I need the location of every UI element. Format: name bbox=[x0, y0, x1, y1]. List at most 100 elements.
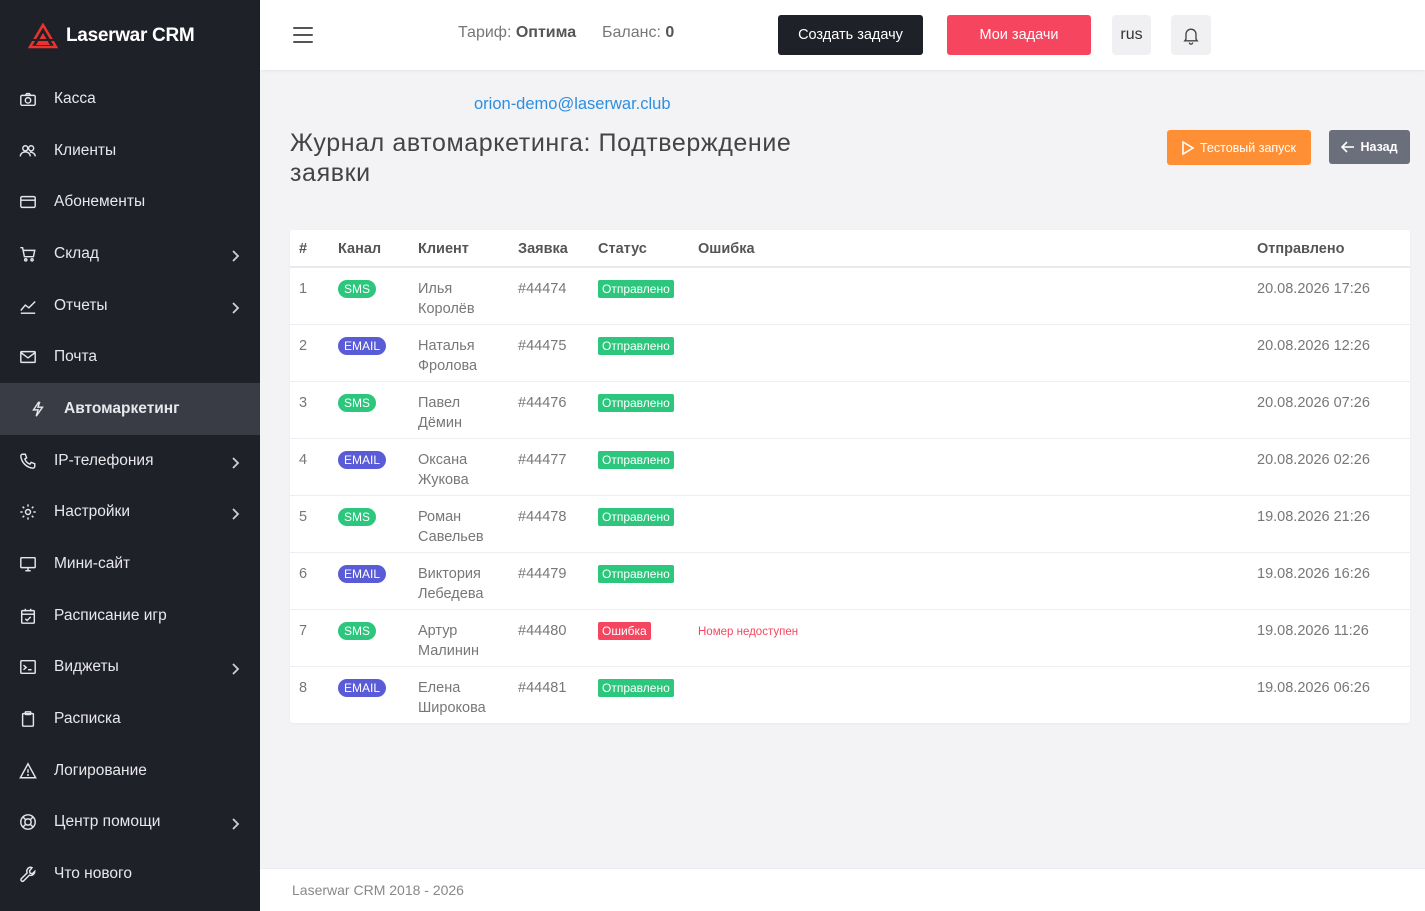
account-email-link[interactable]: orion-demo@laserwar.club bbox=[474, 95, 671, 114]
tariff-value: Оптима bbox=[515, 24, 577, 41]
client-cell: Наталья Фролова bbox=[418, 323, 518, 381]
client-cell: Павел Дёмин bbox=[418, 380, 518, 438]
sidebar-item-label: Виджеты bbox=[54, 658, 119, 676]
create-task-button[interactable]: Создать задачу bbox=[778, 15, 923, 55]
channel-badge: EMAIL bbox=[338, 336, 387, 355]
sidebar-item-label: Что нового bbox=[54, 865, 132, 883]
status-badge: Отправлено bbox=[598, 564, 674, 583]
sidebar-item-label: Расписание игр bbox=[54, 606, 167, 624]
row-num: 4 bbox=[290, 437, 338, 495]
order-cell[interactable]: #44481 bbox=[518, 665, 598, 723]
sidebar-item-label: Абонементы bbox=[54, 193, 146, 211]
status-badge: Отправлено bbox=[598, 393, 674, 412]
error-cell bbox=[698, 437, 1257, 495]
col-header-order: Заявка bbox=[518, 230, 598, 268]
brand-name: Laserwar CRM bbox=[66, 25, 195, 46]
language-button[interactable]: rus bbox=[1112, 15, 1151, 55]
error-cell bbox=[698, 494, 1257, 552]
flash-icon bbox=[28, 399, 48, 419]
channel-badge: SMS bbox=[338, 621, 377, 640]
order-cell[interactable]: #44480 bbox=[518, 608, 598, 666]
order-cell[interactable]: #44477 bbox=[518, 437, 598, 495]
clipboard-icon bbox=[18, 709, 38, 729]
error-cell bbox=[698, 380, 1257, 438]
channel-cell: EMAIL bbox=[338, 551, 418, 609]
my-tasks-button[interactable]: Мои задачи bbox=[947, 15, 1091, 55]
channel-cell: SMS bbox=[338, 267, 418, 324]
sidebar-item-10[interactable]: Мини-сайт bbox=[0, 538, 260, 590]
mail-icon bbox=[18, 347, 38, 367]
sidebar-item-8[interactable]: IP-телефония bbox=[0, 435, 260, 487]
channel-badge: SMS bbox=[338, 280, 377, 298]
sidebar-item-11[interactable]: Расписание игр bbox=[0, 590, 260, 642]
order-cell[interactable]: #44476 bbox=[518, 380, 598, 438]
chevron-right-icon bbox=[230, 249, 240, 262]
notifications-button[interactable] bbox=[1171, 15, 1211, 55]
chevron-right-icon bbox=[230, 817, 240, 831]
row-num: 5 bbox=[290, 494, 338, 552]
sidebar-item-label: Почта bbox=[54, 348, 98, 366]
sidebar-item-label: Отчеты bbox=[54, 296, 108, 314]
balance-value: 0 bbox=[665, 24, 675, 41]
client-cell: Оксана Жукова bbox=[418, 437, 518, 495]
chevron-right-icon bbox=[230, 301, 240, 314]
channel-badge: SMS bbox=[338, 507, 377, 526]
client-last-name: Широкова bbox=[418, 699, 486, 716]
sent-cell: 20.08.2026 07:26 bbox=[1257, 380, 1410, 438]
sidebar-item-label: Автомаркетинг bbox=[64, 399, 180, 417]
sidebar-item-6[interactable]: Почта bbox=[0, 331, 260, 383]
client-last-name: Лебедева bbox=[418, 585, 484, 602]
cart-icon bbox=[18, 244, 38, 264]
order-cell[interactable]: #44475 bbox=[518, 323, 598, 381]
sidebar-item-14[interactable]: Логирование bbox=[0, 745, 260, 797]
sidebar-item-13[interactable]: Расписка bbox=[0, 693, 260, 745]
client-last-name: Королёв bbox=[418, 301, 475, 317]
sidebar-item-2[interactable]: Клиенты bbox=[0, 125, 260, 177]
sidebar-item-1[interactable]: Касса bbox=[0, 73, 260, 125]
sidebar-item-label: Настройки bbox=[54, 503, 131, 521]
order-cell[interactable]: #44479 bbox=[518, 551, 598, 609]
row-num: 7 bbox=[290, 608, 338, 666]
sidebar-item-12[interactable]: Виджеты bbox=[0, 642, 260, 694]
status-badge: Ошибка bbox=[598, 621, 651, 640]
order-cell[interactable]: #44478 bbox=[518, 494, 598, 552]
error-cell bbox=[698, 551, 1257, 609]
brand[interactable]: Laserwar CRM bbox=[0, 0, 260, 72]
sidebar-item-label: Логирование bbox=[54, 761, 147, 779]
test-run-button[interactable]: Тестовый запуск bbox=[1167, 130, 1311, 165]
order-cell[interactable]: #44474 bbox=[518, 267, 598, 324]
sidebar-item-5[interactable]: Отчеты bbox=[0, 280, 260, 332]
status-cell: Отправлено bbox=[598, 494, 698, 552]
error-cell bbox=[698, 665, 1257, 723]
sidebar-item-16[interactable]: Что нового bbox=[0, 848, 260, 900]
footer-copyright: Laserwar CRM 2018 - 2026 bbox=[292, 882, 464, 898]
sent-cell: 20.08.2026 17:26 bbox=[1257, 281, 1370, 297]
channel-badge: EMAIL bbox=[338, 450, 387, 469]
back-button[interactable]: Назад bbox=[1329, 130, 1410, 164]
channel-cell: SMS bbox=[338, 608, 418, 666]
card-icon bbox=[18, 192, 38, 212]
sidebar-item-9[interactable]: Настройки bbox=[0, 487, 260, 539]
sidebar-item-label: Склад bbox=[54, 244, 99, 262]
bell-icon bbox=[1183, 28, 1199, 45]
col-header-channel: Канал bbox=[338, 230, 418, 268]
sidebar-item-label: Касса bbox=[54, 89, 96, 107]
page-title: Журнал автомаркетинга: Подтверждение зая… bbox=[290, 129, 792, 187]
table-row: 7 SMS Артур Малинин #44480 Ошибка Номер недост… bbox=[290, 608, 1410, 666]
menu-toggle-icon[interactable] bbox=[293, 27, 313, 43]
sidebar-item-7[interactable]: Автомаркетинг bbox=[0, 383, 260, 435]
client-first-name: Виктория bbox=[418, 565, 481, 582]
channel-badge: EMAIL bbox=[338, 564, 387, 583]
table-row: 4 EMAIL Оксана Жукова #44477 Отправлено 20.08.… bbox=[290, 437, 1410, 495]
test-run-label: Тестовый запуск bbox=[1199, 140, 1297, 155]
laserwar-logo-icon bbox=[28, 23, 58, 49]
sidebar-item-15[interactable]: Центр помощи bbox=[0, 797, 260, 849]
sidebar-item-4[interactable]: Склад bbox=[0, 228, 260, 280]
chart-icon bbox=[18, 296, 38, 316]
client-first-name: Елена bbox=[418, 679, 461, 696]
col-header-status: Статус bbox=[598, 230, 698, 268]
top-header: Тариф: Оптима Баланс: 0 Создать задачу М… bbox=[260, 0, 1425, 70]
sidebar-item-3[interactable]: Абонементы bbox=[0, 176, 260, 228]
row-num: 1 bbox=[299, 281, 308, 297]
error-cell bbox=[698, 267, 1257, 324]
